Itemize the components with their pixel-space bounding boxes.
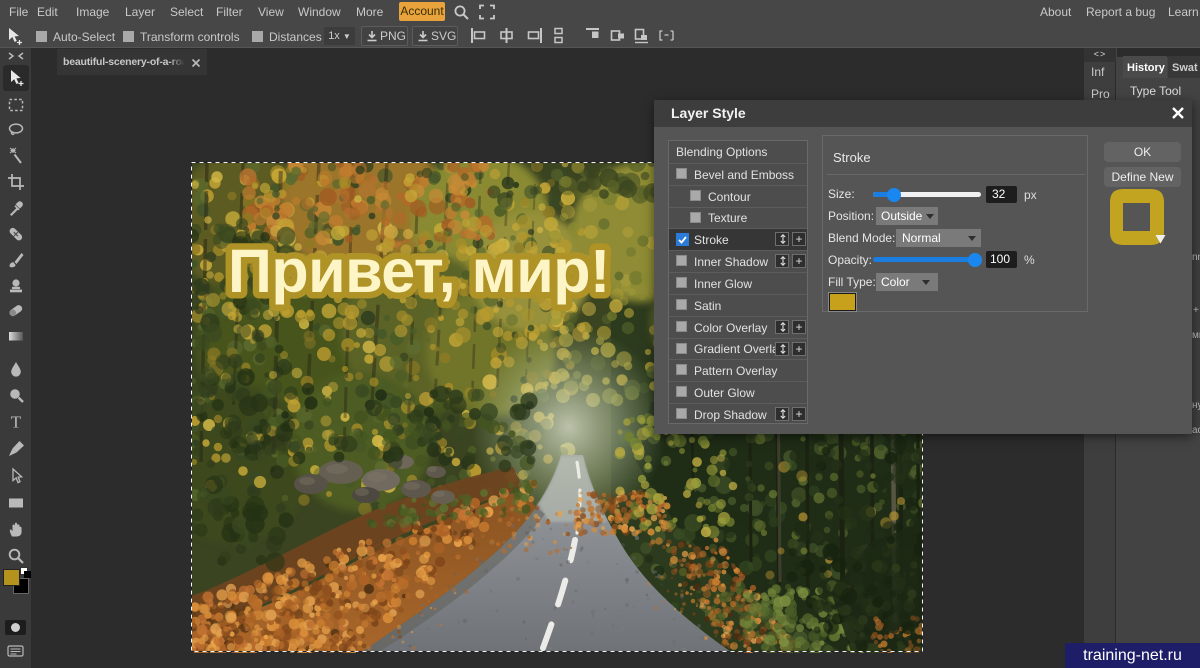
- svg-text:T: T: [11, 413, 22, 431]
- svg-text:Привет, мир!: Привет, мир!: [228, 237, 610, 305]
